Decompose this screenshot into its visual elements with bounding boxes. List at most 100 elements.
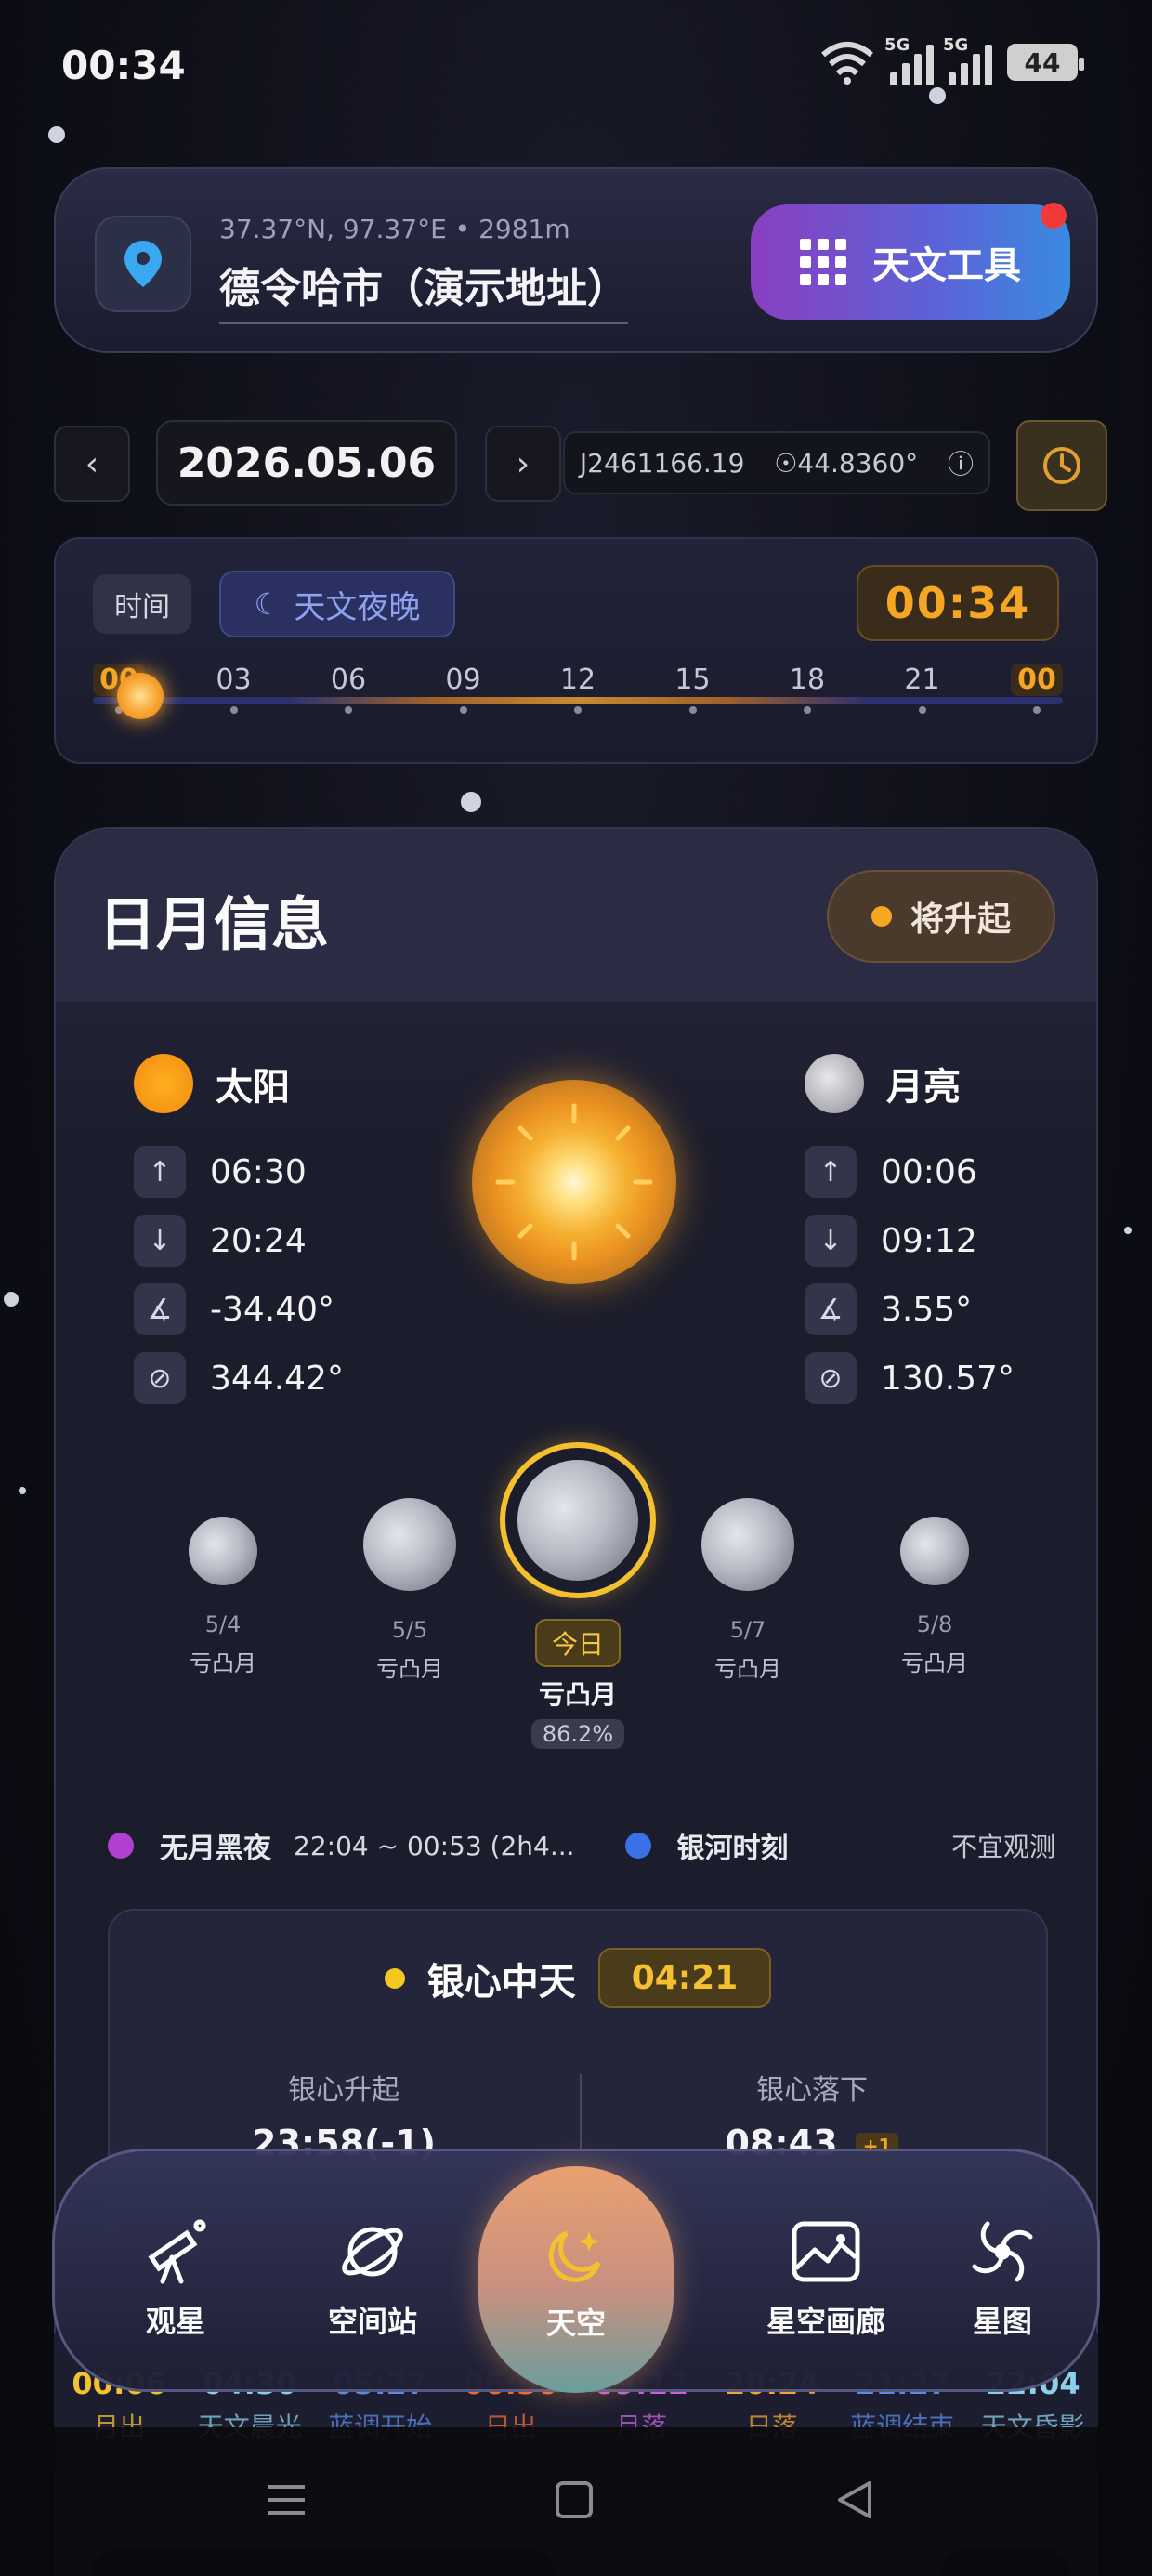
tick-label: 18: [789, 664, 826, 696]
date-bar: ‹ 2026.05.06 › J2461166.19 ☉44.8360° ⓘ: [54, 420, 1107, 511]
altitude-angle-icon: ∡: [805, 1283, 857, 1335]
astro-tools-button[interactable]: 天文工具: [751, 203, 1070, 320]
date-display[interactable]: 2026.05.06: [156, 420, 457, 506]
nav-gallery[interactable]: 星空画廊: [742, 2215, 910, 2341]
chevron-right-icon: ›: [516, 444, 530, 483]
gc-transit-time: 04:21: [597, 1948, 772, 2008]
sun-angle: ☉44.8360°: [774, 447, 919, 479]
moon-phase-item[interactable]: 5/7 亏凸月: [687, 1498, 808, 1683]
tick-label: 12: [559, 664, 596, 696]
moon-label: 月亮: [886, 1066, 961, 1109]
gc-title: 银心中天: [426, 1960, 576, 2004]
moon-rise: 00:06: [881, 1152, 977, 1191]
grid-icon: [800, 239, 846, 285]
system-nav-bar: [0, 2427, 1152, 2576]
status-bar: 00:34 5G 5G 44: [0, 0, 1152, 139]
moon-star-icon: [548, 2230, 601, 2282]
status-time: 00:34: [61, 43, 186, 88]
clock-icon: [1043, 447, 1080, 484]
moon-azimuth: 130.57°: [881, 1359, 1015, 1398]
sun-set: 20:24: [210, 1221, 307, 1260]
today-tag: 今日: [534, 1619, 621, 1667]
arrow-down-icon: ↓: [134, 1215, 186, 1267]
yellow-dot-icon: [384, 1967, 405, 1989]
location-pin-icon[interactable]: [95, 216, 191, 312]
time-label: 时间: [93, 574, 191, 634]
time-ticks: 00 03 06 09 12 15 18 21 00: [93, 664, 1063, 696]
time-slider-track[interactable]: [93, 697, 1063, 704]
info-icon[interactable]: ⓘ: [948, 444, 974, 481]
background-star: [4, 1292, 19, 1307]
telescope-icon: [148, 2219, 206, 2284]
notification-dot: [1041, 203, 1067, 229]
cellular-signal-icon: 5G: [943, 35, 992, 85]
time-slider-handle[interactable]: [117, 673, 164, 719]
dark-night-range: 22:04 ~ 00:53 (2h4...: [294, 1830, 575, 1861]
moon-phase-item[interactable]: 5/5 亏凸月: [349, 1498, 470, 1683]
tick-label: 06: [330, 664, 367, 696]
battery-icon: 44: [1007, 44, 1084, 81]
background-star: [461, 792, 481, 812]
tick-label: 21: [904, 664, 940, 696]
moon-phase-today[interactable]: 今日 亏凸月 86.2%: [494, 1442, 661, 1749]
tick-label: 00: [1011, 664, 1063, 696]
moon-phase-image: [701, 1498, 794, 1591]
menu-icon[interactable]: [264, 2477, 308, 2522]
sun-altitude: -34.40°: [210, 1290, 335, 1329]
sun-illustration: [472, 1080, 676, 1284]
milky-way-label: 银河时刻: [676, 1833, 789, 1865]
gc-rise-label: 银心升起: [288, 2074, 399, 2107]
clock-button[interactable]: [1016, 420, 1107, 511]
compass-icon: ⊘: [134, 1352, 186, 1404]
background-star: [1124, 1227, 1132, 1234]
sun-icon: [134, 1054, 193, 1113]
moon-phase-item[interactable]: 5/4 亏凸月: [167, 1517, 279, 1677]
image-gallery-icon: [792, 2221, 860, 2282]
moon-set: 09:12: [881, 1221, 977, 1260]
cellular-signal-icon: 5G: [884, 35, 934, 85]
galaxy-icon: [972, 2221, 1033, 2282]
background-star: [19, 1487, 26, 1494]
nav-sky[interactable]: 天空: [492, 2216, 660, 2343]
moon-phase-image: [363, 1498, 456, 1591]
purple-dot-icon: [108, 1833, 134, 1859]
back-icon[interactable]: [832, 2477, 877, 2522]
moon-phase-item[interactable]: 5/8 亏凸月: [879, 1517, 990, 1677]
status-badge[interactable]: 将升起: [827, 870, 1055, 963]
sun-rise: 06:30: [210, 1152, 307, 1191]
prev-date-button[interactable]: ‹: [54, 426, 130, 502]
timeline-card: 时间 ☾ 天文夜晚 00:34 00 03 06 09 12 15 18 21 …: [54, 537, 1098, 764]
wifi-icon: [821, 42, 873, 85]
observation-info-row: 无月黑夜 22:04 ~ 00:53 (2h4... 银河时刻 不宜观测: [108, 1825, 1055, 1866]
card-title: 日月信息: [98, 890, 330, 958]
compass-icon: ⊘: [805, 1352, 857, 1404]
tick-label: 09: [445, 664, 481, 696]
sun-azimuth: 344.42°: [210, 1359, 344, 1398]
moon-phase-image: [189, 1517, 257, 1585]
tick-label: 15: [674, 664, 711, 696]
nav-space-station[interactable]: 空间站: [289, 2215, 456, 2341]
nav-observe[interactable]: 观星: [92, 2215, 259, 2341]
moon-crescent-icon: ☾: [254, 586, 281, 622]
milky-way-verdict: 不宜观测: [950, 1832, 1055, 1862]
moon-phase-image: [900, 1517, 969, 1585]
arrow-up-icon: ↑: [805, 1146, 857, 1198]
moon-phase-strip: 5/4 亏凸月 5/5 亏凸月 今日 亏凸月 86.2% 5/7 亏凸月 5/8…: [56, 1442, 1096, 1758]
tick-label: 03: [216, 664, 252, 696]
nav-sky-active[interactable]: 天空: [478, 2166, 674, 2393]
bottom-nav: 观星 空间站 天空 星空画廊 星图: [52, 2149, 1100, 2393]
gc-set-label: 银心落下: [756, 2074, 868, 2107]
arrow-up-icon: ↑: [134, 1146, 186, 1198]
altitude-angle-icon: ∡: [134, 1283, 186, 1335]
moon-altitude: 3.55°: [881, 1290, 973, 1329]
location-name[interactable]: 德令哈市（演示地址）: [219, 255, 628, 324]
julian-date-box[interactable]: J2461166.19 ☉44.8360° ⓘ: [563, 431, 990, 494]
location-card[interactable]: 37.37°N, 97.37°E • 2981m 德令哈市（演示地址） 天文工具: [54, 167, 1098, 353]
next-date-button[interactable]: ›: [485, 426, 561, 502]
nav-star-map[interactable]: 星图: [919, 2215, 1086, 2341]
julian-date: J2461166.19: [579, 447, 745, 479]
home-icon[interactable]: [552, 2477, 596, 2522]
illumination-percent: 86.2%: [530, 1719, 625, 1749]
current-time[interactable]: 00:34: [857, 565, 1059, 641]
planet-orbit-icon: [342, 2227, 403, 2277]
